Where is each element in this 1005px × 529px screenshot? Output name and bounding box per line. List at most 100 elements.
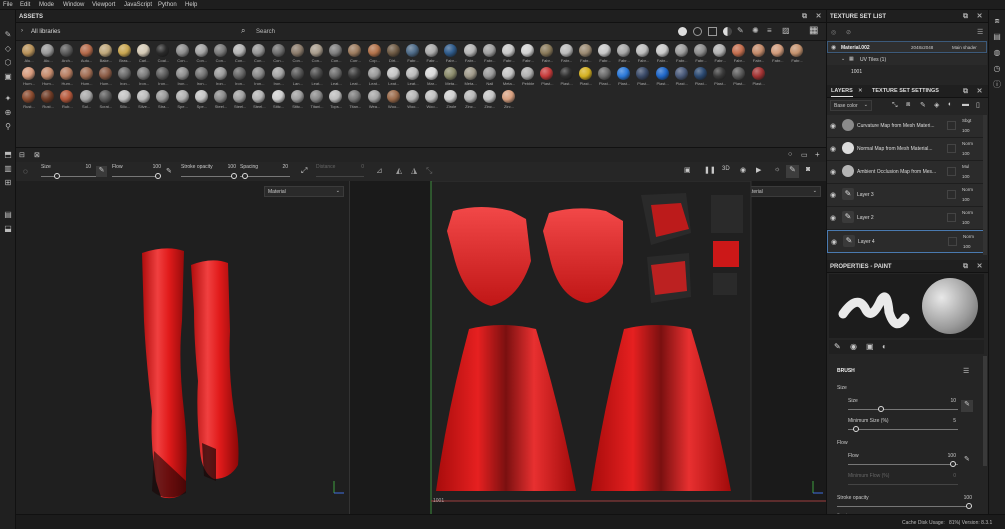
asset-thumbnail[interactable] [156, 90, 170, 103]
asset-thumbnail[interactable] [751, 67, 765, 80]
layout-alt-icon[interactable]: ⊠ [34, 151, 40, 159]
asset-thumbnail[interactable] [41, 90, 55, 103]
asset-thumbnail[interactable] [60, 44, 74, 57]
stroke-opacity-knob[interactable] [966, 503, 972, 509]
close-icon[interactable]: ✕ [976, 13, 983, 20]
asset-thumbnail[interactable] [674, 44, 688, 57]
min-size-knob[interactable] [853, 426, 859, 432]
undock-icon[interactable]: ⧉ [962, 13, 969, 20]
picker-icon[interactable]: ⚲ [3, 122, 13, 132]
menu-javascript[interactable]: JavaScript [124, 2, 152, 8]
asset-thumbnail[interactable] [98, 44, 112, 57]
asset-thumbnail[interactable] [290, 44, 304, 57]
asset-thumbnail[interactable] [290, 67, 304, 80]
asset-thumbnail[interactable] [578, 67, 592, 80]
toolbar-spacing-value[interactable]: 20 [268, 164, 288, 170]
toolbar-stroke-slider[interactable] [181, 176, 236, 177]
layer-blend-mode[interactable]: Norm [962, 141, 973, 146]
filter-particle-icon[interactable]: ✺ [752, 26, 759, 35]
paint-brush-icon[interactable]: ✎ [3, 30, 13, 40]
layer-row[interactable]: ◉ ✎ Layer 4 Norm 100 [827, 230, 987, 253]
menu-edit[interactable]: Edit [20, 2, 30, 8]
layer-row[interactable]: ◉ ✎ Layer 3 Norm 100 [827, 184, 987, 207]
asset-thumbnail[interactable] [79, 67, 93, 80]
tab-layers[interactable]: LAYERS [831, 85, 853, 97]
asset-thumbnail[interactable] [386, 90, 400, 103]
asset-thumbnail[interactable] [98, 90, 112, 103]
uv-tiles-row[interactable]: ⌄ ▦ UV Tiles (1) [827, 54, 987, 65]
paint-mode-icon[interactable]: ✎ [786, 165, 799, 178]
layer-opacity[interactable]: 100 [962, 220, 970, 225]
asset-thumbnail[interactable] [406, 44, 419, 57]
asset-thumbnail[interactable] [137, 67, 151, 80]
channel-dropdown[interactable]: Base color ⌄ [830, 100, 872, 111]
asset-thumbnail[interactable] [79, 90, 93, 103]
asset-thumbnail[interactable] [252, 67, 266, 80]
eye-icon[interactable]: ◉ [830, 191, 836, 199]
camera-icon[interactable]: ▶ [756, 166, 761, 174]
brush-size-slider[interactable] [848, 409, 958, 410]
asset-thumbnail[interactable] [406, 90, 419, 103]
asset-thumbnail[interactable] [60, 90, 74, 103]
layer-row[interactable]: ◉ Curvature Map from Mesh Materi... Sbgt 10… [827, 115, 987, 138]
viewport-3d[interactable]: Material ⌄ [16, 181, 350, 514]
asset-thumbnail[interactable] [444, 44, 458, 57]
library-selector[interactable]: All libraries [31, 29, 60, 35]
filter-brush-icon[interactable]: ✎ [737, 26, 744, 35]
layer-row[interactable]: ◉ Normal Map from Mesh Material... Norm 100 [827, 138, 987, 161]
toolbar-stroke-knob[interactable] [231, 173, 237, 179]
filter-mask-icon[interactable] [723, 27, 732, 36]
polygon-fill-icon[interactable]: ▥ [3, 164, 13, 174]
smudge-icon[interactable]: ✦ [3, 94, 13, 104]
layer-blend-mode[interactable]: Norm [962, 210, 973, 215]
visibility-all-icon[interactable]: ◎ [831, 29, 836, 36]
uv-tile-item[interactable]: 1001 [851, 69, 862, 75]
screenshot-icon[interactable]: ◙ [806, 166, 810, 173]
layer-mask-slot[interactable] [947, 121, 956, 130]
asset-thumbnail[interactable] [482, 67, 496, 80]
asset-thumbnail[interactable] [118, 90, 131, 103]
asset-thumbnail[interactable] [233, 44, 247, 57]
flow-pen-icon[interactable]: ✎ [166, 167, 172, 175]
min-size-value[interactable]: 5 [936, 418, 956, 424]
asset-thumbnail[interactable] [502, 90, 515, 103]
asset-thumbnail[interactable] [175, 90, 189, 103]
asset-thumbnail[interactable] [559, 44, 573, 57]
texture-set-row[interactable]: ◉ Material.002 2048x2048 Main shader [827, 41, 987, 53]
layer-mask-slot[interactable] [948, 237, 957, 246]
brush-size-value[interactable]: 10 [936, 398, 956, 404]
asset-thumbnail[interactable] [22, 90, 35, 103]
toolbar-flow-value[interactable]: 100 [141, 164, 161, 170]
asset-thumbnail[interactable] [175, 44, 189, 57]
layer-row[interactable]: ◉ Ambient Occlusion Map from Mes... Mul 100 [827, 161, 987, 184]
brush-presets-icon[interactable]: ☰ [963, 367, 969, 375]
asset-thumbnail[interactable] [156, 67, 170, 80]
tab-close-icon[interactable]: ✕ [858, 85, 863, 97]
asset-thumbnail[interactable] [636, 44, 650, 57]
asset-thumbnail[interactable] [559, 67, 573, 80]
asset-thumbnail[interactable] [310, 67, 323, 80]
toolbar-size-slider[interactable] [41, 176, 96, 177]
asset-thumbnail[interactable] [329, 90, 343, 103]
filter-material-icon[interactable] [678, 27, 687, 36]
layer-row[interactable]: ◉ ✎ Layer 2 Norm 100 [827, 207, 987, 230]
asset-thumbnail[interactable] [425, 67, 439, 80]
layer-opacity[interactable]: 100 [962, 197, 970, 202]
asset-thumbnail[interactable] [540, 44, 554, 57]
asset-thumbnail[interactable] [310, 44, 323, 57]
chevron-right-icon[interactable]: › [21, 28, 23, 34]
asset-thumbnail[interactable] [521, 44, 535, 57]
asset-thumbnail[interactable] [367, 67, 381, 80]
menu-window[interactable]: Window [63, 2, 84, 8]
eraser-icon[interactable]: ◇ [3, 44, 13, 54]
layer-opacity[interactable]: 100 [962, 128, 970, 133]
asset-thumbnail[interactable] [156, 44, 170, 57]
pause-icon[interactable]: ❚❚ [704, 166, 716, 174]
asset-thumbnail[interactable] [41, 67, 55, 80]
stroke-opacity-value[interactable]: 100 [952, 495, 972, 501]
asset-thumbnail[interactable] [463, 44, 477, 57]
add-folder-icon[interactable]: ▬ [962, 101, 969, 108]
asset-thumbnail[interactable] [463, 90, 477, 103]
symmetry-y-icon[interactable]: ◮ [411, 166, 417, 175]
toolbar-stroke-value[interactable]: 100 [216, 164, 236, 170]
